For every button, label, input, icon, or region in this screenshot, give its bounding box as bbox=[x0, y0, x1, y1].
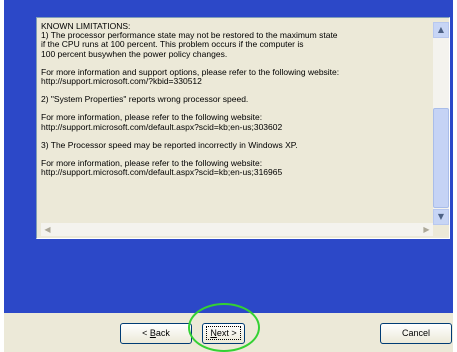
paragraph-kb-303602: For more information, please refer to th… bbox=[41, 112, 283, 132]
button-bar: < Back Next > Cancel bbox=[4, 313, 453, 352]
next-button-focus: Next > bbox=[206, 326, 241, 340]
scroll-right-button[interactable]: ▶ bbox=[420, 223, 433, 236]
chevron-right-icon: ▶ bbox=[423, 225, 430, 234]
paragraph-processor-speed: 3) The Processor speed may be reported i… bbox=[41, 139, 298, 150]
vertical-scrollbar[interactable]: ▲ ▼ bbox=[433, 22, 449, 225]
chevron-left-icon: ◀ bbox=[44, 225, 51, 234]
scroll-thumb[interactable] bbox=[433, 108, 449, 208]
paragraph-kb-330512: For more information and support options… bbox=[41, 66, 340, 87]
paragraph-limitations-intro: KNOWN LIMITATIONS: 1) The processor perf… bbox=[41, 22, 338, 59]
scroll-up-button[interactable]: ▲ bbox=[433, 22, 449, 38]
wizard-background: KNOWN LIMITATIONS: 1) The processor perf… bbox=[4, 0, 453, 313]
chevron-down-icon: ▼ bbox=[437, 212, 445, 221]
paragraph-system-properties: 2) "System Properties" reports wrong pro… bbox=[41, 94, 249, 105]
back-button-prefix: < bbox=[142, 328, 150, 338]
scroll-left-button[interactable]: ◀ bbox=[41, 223, 54, 236]
limitations-text-box[interactable]: KNOWN LIMITATIONS: 1) The processor perf… bbox=[36, 17, 450, 239]
back-button-label: ack bbox=[155, 328, 170, 338]
next-button[interactable]: Next > bbox=[202, 323, 245, 344]
next-button-label: ext > bbox=[216, 328, 237, 338]
limitations-text: KNOWN LIMITATIONS: 1) The processor perf… bbox=[41, 22, 429, 224]
scroll-down-button[interactable]: ▼ bbox=[433, 209, 449, 225]
paragraph-kb-316965: For more information, please refer to th… bbox=[41, 158, 283, 178]
horizontal-scrollbar[interactable]: ◀ ▶ bbox=[41, 223, 433, 236]
back-button[interactable]: < Back bbox=[120, 323, 192, 344]
chevron-up-icon: ▲ bbox=[437, 25, 445, 34]
cancel-button[interactable]: Cancel bbox=[380, 323, 452, 344]
